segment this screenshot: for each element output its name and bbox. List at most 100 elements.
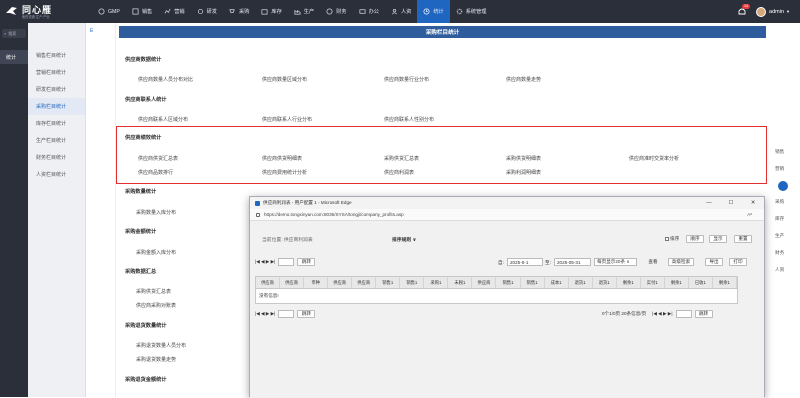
order-button[interactable]: 顺序	[686, 235, 704, 243]
submenu-item-sales[interactable]: 销售栏目统计	[28, 47, 85, 64]
sort-checkbox[interactable]: 排序	[665, 236, 679, 242]
quick-nav-inventory[interactable]: 库存	[775, 216, 784, 222]
print-button[interactable]: 打印	[729, 258, 747, 266]
panel-toggle-mark[interactable]: E	[90, 28, 93, 34]
sort-rule-dropdown[interactable]: 排序规则 ∨	[392, 236, 416, 243]
submenu-item-marketing[interactable]: 营销栏目统计	[28, 64, 85, 81]
minimize-icon[interactable]: —	[698, 197, 720, 209]
nav-gmp[interactable]: GMP	[92, 0, 126, 23]
assistant-icon[interactable]	[778, 181, 788, 191]
column-header[interactable]: 供应商	[472, 277, 497, 288]
page-input[interactable]	[278, 310, 295, 318]
link-return-trend[interactable]: 采购退货数量走势	[136, 356, 176, 363]
quick-nav-production[interactable]: 生产	[775, 233, 784, 239]
date-from-field[interactable]: 2025-5-1	[507, 258, 543, 266]
app-logo[interactable]: 同心雁 医药流通·生产·产业	[0, 0, 78, 23]
column-header[interactable]: 未税1	[448, 277, 473, 288]
quick-nav-sales[interactable]: 销售	[775, 149, 784, 155]
column-header[interactable]: 供应商	[280, 277, 305, 288]
reset-button[interactable]: 重置	[734, 235, 752, 243]
link-supplier-reconciliation[interactable]: 供应商采购对账表	[136, 302, 176, 309]
submenu-item-production[interactable]: 生产栏目统计	[28, 132, 85, 149]
person-icon	[391, 8, 397, 15]
sidebar-item-statistics[interactable]: 统计	[0, 50, 28, 64]
jump-button[interactable]: 跳转	[297, 258, 316, 266]
maximize-icon[interactable]: ☐	[720, 197, 742, 209]
per-page-select[interactable]: 每页显示20条 ∨	[594, 258, 637, 266]
column-header[interactable]: 供应商	[352, 277, 377, 288]
quick-nav-finance[interactable]: 财务	[775, 250, 784, 256]
page-input[interactable]	[278, 258, 295, 266]
nav-statistics[interactable]: 统计	[417, 0, 450, 23]
column-header[interactable]: 剩余1	[713, 277, 737, 288]
link-contact-gender[interactable]: 供应商联系人性别分布	[384, 116, 434, 123]
link-supplier-staff[interactable]: 供应商数量人员分布对比	[138, 76, 193, 83]
date-to-field[interactable]: 2025-05-31	[554, 258, 591, 266]
submenu-item-rnd[interactable]: 研发栏目统计	[28, 81, 85, 98]
notification-bell-icon[interactable]: 14	[736, 3, 751, 18]
column-header[interactable]: 币种	[304, 277, 329, 288]
link-supplier-industry[interactable]: 供应商数量行业分布	[384, 76, 429, 83]
column-header[interactable]: 实付1	[641, 277, 665, 288]
nav-sales[interactable]: 销售	[126, 0, 158, 23]
nav-rnd[interactable]: 研发	[191, 0, 223, 23]
quick-nav-purchase[interactable]: 采购	[775, 199, 784, 205]
close-icon[interactable]: ✕	[742, 197, 764, 209]
edge-icon	[255, 200, 260, 206]
pager-nav-icons[interactable]: |◀ ◀ ▶ ▶|	[255, 259, 275, 265]
link-supplier-region[interactable]: 供应商数量区域分布	[262, 76, 307, 83]
quick-nav-hr[interactable]: 人资	[775, 267, 784, 273]
sidebar-search-input[interactable]: ⌕ 搜索	[2, 29, 26, 38]
submenu-item-inventory[interactable]: 库存栏目统计	[28, 115, 85, 132]
nav-hr[interactable]: 人资	[385, 0, 417, 23]
nav-finance[interactable]: 财务	[320, 0, 352, 23]
chevron-down-icon[interactable]: ▼	[786, 9, 790, 14]
column-header[interactable]: 销售1	[376, 277, 401, 288]
username[interactable]: admin	[769, 9, 784, 15]
link-contact-industry[interactable]: 供应商联系人行业分布	[262, 116, 312, 123]
link-purchase-supply-summary-2[interactable]: 采购供货汇总表	[136, 288, 171, 295]
query-button[interactable]: 查看	[644, 258, 662, 266]
pager-nav-icons[interactable]: |◀ ◀ ▶ ▶|	[255, 311, 275, 317]
nav-purchase[interactable]: 采购	[223, 0, 255, 23]
read-aloud-icon[interactable]: Aᵃ	[747, 212, 752, 217]
submenu-item-finance[interactable]: 财务栏目统计	[28, 149, 85, 166]
column-header[interactable]: 销售1	[521, 277, 545, 288]
link-contact-region[interactable]: 供应商联系人区域分布	[138, 116, 188, 123]
avatar[interactable]	[756, 6, 767, 17]
link-supplier-trend[interactable]: 供应商数量走势	[506, 76, 541, 83]
nav-inventory[interactable]: 库存	[255, 0, 287, 23]
link-amount-inbound[interactable]: 采购金额入库分布	[136, 249, 176, 256]
column-header[interactable]: 退货1	[569, 277, 593, 288]
nav-marketing[interactable]: 营销	[158, 0, 190, 23]
address-bar[interactable]: https://demo.tongxinyan.com:8036/SYSA/to…	[250, 209, 764, 221]
link-quantity-inbound[interactable]: 采购数量入库分布	[136, 209, 176, 216]
quick-nav-marketing[interactable]: 营销	[775, 166, 784, 172]
link-return-staff[interactable]: 采购退货数量人员分布	[136, 342, 186, 349]
column-header[interactable]: 成本1	[545, 277, 569, 288]
pager-nav-icons[interactable]: |◀ ◀ ▶ ▶|	[652, 311, 672, 317]
export-button[interactable]: 导出	[705, 258, 723, 266]
page-input[interactable]	[675, 310, 692, 318]
nav-production[interactable]: 生产	[288, 0, 320, 23]
submenu-item-purchase[interactable]: 采购栏目统计	[28, 98, 85, 115]
jump-button[interactable]: 跳转	[297, 310, 316, 318]
column-header[interactable]: 剩余1	[665, 277, 689, 288]
advanced-search-button[interactable]: 高级检索	[668, 258, 694, 266]
popup-body: 当前位置: 供应商利润表 排序规则 ∨ 排序 顺序 显示 重置 |◀ ◀ ▶ ▶…	[250, 221, 764, 398]
office-icon	[359, 9, 366, 14]
column-header[interactable]: 供应商	[328, 277, 353, 288]
nav-office[interactable]: 办公	[353, 0, 385, 23]
column-header[interactable]: 退货1	[593, 277, 617, 288]
submenu-item-hr[interactable]: 人资栏目统计	[28, 166, 85, 183]
column-header[interactable]: 销售1	[400, 277, 425, 288]
column-header[interactable]: 销售1	[496, 277, 521, 288]
column-header[interactable]: 已收1	[689, 277, 713, 288]
section-purchase-quantity: 采购数量统计	[125, 189, 157, 195]
jump-button[interactable]: 跳转	[694, 310, 713, 318]
column-header[interactable]: 采购1	[424, 277, 449, 288]
nav-system[interactable]: 系统管理	[450, 0, 493, 23]
show-button[interactable]: 显示	[709, 235, 727, 243]
column-header[interactable]: 供应商	[256, 277, 281, 288]
column-header[interactable]: 剩余1	[617, 277, 641, 288]
